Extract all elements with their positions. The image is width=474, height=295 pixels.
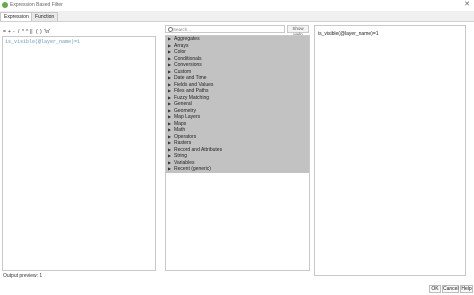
- operator-minus-button[interactable]: -: [13, 29, 15, 35]
- help-panel: is_visible(@layer_name)=1: [314, 25, 466, 276]
- function-group-label: Maps: [174, 120, 187, 127]
- function-group-label: Recent (generic): [174, 166, 211, 172]
- function-group-label: Rasters: [174, 140, 192, 146]
- cancel-button[interactable]: Cancel: [442, 285, 459, 293]
- function-group-label: Fields and Values: [174, 81, 214, 88]
- show-help-button[interactable]: Show Help: [287, 25, 309, 37]
- operator-newline-button[interactable]: '\n': [44, 29, 50, 35]
- function-group-item[interactable]: ▶ Recent (generic): [166, 166, 309, 173]
- operator-multiply-button[interactable]: *: [22, 29, 24, 35]
- function-group-label: Conditionals: [174, 55, 202, 62]
- function-group-label: Files and Paths: [174, 88, 209, 94]
- close-button[interactable]: ✕: [464, 1, 470, 9]
- expression-editor[interactable]: is_visible(@layer_name)=1: [2, 36, 156, 271]
- tab-function-editor[interactable]: Function Editor: [31, 12, 59, 28]
- output-preview: Output preview: 1: [3, 273, 43, 279]
- operator-open-paren-button[interactable]: (: [36, 29, 38, 35]
- function-group-list: ▶ Aggregates ▶ Arrays ▶ Color ▶ Conditionals ▶ Co…: [166, 36, 309, 173]
- window-title: Expression Based Filter: [10, 2, 63, 8]
- function-group-label: General: [174, 101, 192, 107]
- function-list[interactable]: ▶ Aggregates ▶ Arrays ▶ Color ▶ Conditionals ▶ Co…: [165, 35, 310, 271]
- operator-concat-button[interactable]: ||: [30, 29, 33, 35]
- help-button[interactable]: Help: [460, 285, 473, 293]
- function-search-input[interactable]: Search...: [165, 25, 285, 33]
- function-group-label: Map Layers: [174, 114, 201, 120]
- function-group-label: Geometry: [174, 107, 196, 114]
- function-group-label: Aggregates: [174, 36, 200, 42]
- function-group-label: Fuzzy Matching: [174, 94, 210, 101]
- function-group-label: Date and Time: [174, 75, 207, 81]
- function-group-label: Color: [174, 49, 186, 55]
- function-group-label: String: [174, 153, 188, 159]
- expression-text: is_visible(@layer_name)=1: [5, 39, 81, 45]
- search-placeholder: Search...: [173, 27, 192, 32]
- qgis-logo-icon: [2, 2, 8, 8]
- help-text: is_visible(@layer_name)=1: [318, 31, 379, 37]
- function-group-label: Arrays: [174, 42, 189, 49]
- function-group-label: Custom: [174, 68, 192, 75]
- operator-divide-button[interactable]: /: [18, 29, 19, 35]
- operator-equals-button[interactable]: =: [3, 29, 6, 35]
- operator-close-paren-button[interactable]: ): [40, 29, 42, 35]
- operator-plus-button[interactable]: +: [8, 29, 11, 35]
- function-group-label: Operators: [174, 133, 197, 140]
- function-group-label: Variables: [174, 159, 195, 166]
- expand-arrow-icon[interactable]: ▶: [168, 166, 171, 173]
- function-group-label: Math: [174, 127, 186, 133]
- function-group-label: Record and Attributes: [174, 146, 223, 153]
- ok-button[interactable]: OK: [429, 285, 441, 293]
- operator-power-button[interactable]: ^: [26, 29, 28, 35]
- title-bar: Expression Based Filter ✕: [0, 0, 474, 11]
- function-group-label: Conversions: [174, 62, 202, 68]
